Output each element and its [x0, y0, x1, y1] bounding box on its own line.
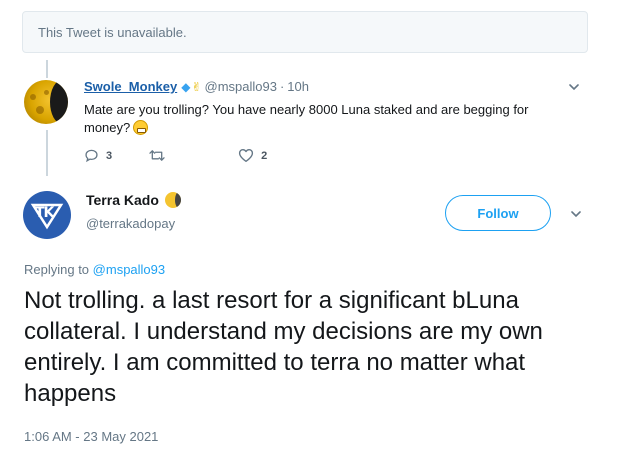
reply-header: Swole_Monkey ◆ ✌ @mspallo93 · 10h — [84, 79, 309, 94]
raising-hands-icon: ✌ — [191, 79, 202, 94]
like-action[interactable]: 2 — [238, 148, 267, 163]
reply-author-name[interactable]: Swole_Monkey — [84, 79, 177, 94]
tweet-more-chevron-icon[interactable] — [571, 209, 581, 219]
thread-line-bottom — [46, 130, 48, 176]
unavailable-tweet-notice: This Tweet is unavailable. — [22, 11, 588, 53]
reply-action[interactable]: 3 — [84, 148, 112, 163]
retweet-action[interactable] — [148, 148, 173, 163]
reply-count: 3 — [106, 149, 113, 162]
reply-time[interactable]: 10h — [287, 79, 309, 94]
tweet-text: Not trolling. a last resort for a signif… — [24, 287, 543, 407]
author-name-row: Terra Kado — [86, 192, 181, 208]
grimacing-face-icon — [133, 120, 149, 135]
follow-button[interactable]: Follow — [445, 195, 551, 231]
thread-line-top — [46, 60, 48, 78]
replying-to: Replying to @mspallo93 — [24, 262, 165, 277]
reply-text: Mate are you trolling? You have nearly 8… — [84, 102, 529, 135]
reply-author-handle[interactable]: @mspallo93 — [205, 79, 277, 94]
author-name[interactable]: Terra Kado — [86, 192, 159, 208]
author-handle[interactable]: @terrakadopay — [86, 216, 175, 231]
retweet-icon — [149, 150, 165, 161]
reply-avatar[interactable] — [24, 80, 68, 124]
reply-actions: 3 2 — [84, 148, 267, 163]
author-avatar[interactable]: TK — [23, 191, 71, 239]
reply-separator: · — [279, 79, 285, 94]
like-count: 2 — [261, 149, 268, 162]
reply-body: Mate are you trolling? You have nearly 8… — [84, 101, 574, 137]
replying-to-label: Replying to — [24, 262, 90, 277]
heart-icon — [239, 149, 254, 162]
reply-more-chevron-icon[interactable] — [569, 82, 579, 92]
tweet-timestamp[interactable]: 1:06 AM - 23 May 2021 — [24, 429, 158, 444]
moon-icon — [164, 192, 181, 208]
replying-to-handle-link[interactable]: @mspallo93 — [93, 262, 165, 277]
comment-icon — [85, 149, 98, 163]
gem-icon: ◆ — [181, 79, 191, 94]
reply-badges: ◆ ✌ — [181, 80, 201, 94]
